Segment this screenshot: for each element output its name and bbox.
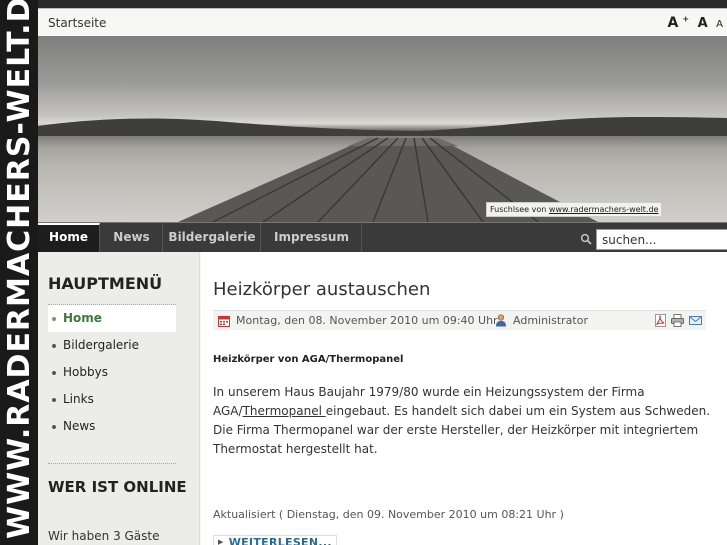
top-bar: Startseite A + A A [38,8,727,36]
email-icon[interactable] [689,314,702,327]
article-date: Montag, den 08. November 2010 um 09:40 U… [236,314,498,327]
sidebar-item-home[interactable]: Home [48,305,176,332]
caption-link[interactable]: www.radermachers-welt.de [549,205,659,214]
site-logo-text: WWW.RADERMACHERS-WELT.DE [2,0,37,539]
nav-item-bildergalerie[interactable]: Bildergalerie [164,223,261,252]
sidebar-menu: Home Bildergalerie Hobbys Links News [48,304,176,440]
article-updated: Aktualisiert ( Dienstag, den 09. Novembe… [213,508,564,521]
font-reset-button[interactable]: A [698,16,708,31]
page: Startseite A + A A Fuschlsee von www.rad… [38,8,727,545]
read-more-button[interactable]: ▶ WEITERLESEN... [213,535,337,545]
bullet-icon [52,424,56,429]
font-increase-button[interactable]: A + [667,14,689,31]
nav-item-news[interactable]: News [101,223,163,252]
sidebar-item-news[interactable]: News [48,413,176,440]
nav-item-impressum[interactable]: Impressum [262,223,362,252]
wooden-pier [178,137,598,222]
sidebar-item-bildergalerie[interactable]: Bildergalerie [48,332,176,359]
search-input[interactable] [596,229,727,250]
main-content: Heizkörper austauschen Montag, den 08. N… [201,252,727,545]
sidebar-divider [48,463,176,464]
bullet-icon [52,316,56,321]
banner-caption: Fuschlsee von www.radermachers-welt.de [486,202,663,217]
font-size-tools: A + A A [667,14,727,31]
bullet-icon [52,397,56,402]
sidebar-title: HAUPTMENÜ [48,274,163,293]
pdf-icon[interactable] [654,314,667,327]
nav-item-home[interactable]: Home [38,223,100,252]
sidebar: HAUPTMENÜ Home Bildergalerie Hobbys Link… [38,252,200,545]
breadcrumb[interactable]: Startseite [48,16,106,30]
who-online-text: Wir haben 3 Gäste online [48,529,160,543]
article-author: Administrator [513,314,588,327]
sidebar-item-hobbys[interactable]: Hobbys [48,359,176,386]
who-online-title: WER IST ONLINE [48,478,187,496]
site-logo-strip[interactable]: WWW.RADERMACHERS-WELT.DE [0,0,38,545]
main-nav: Home News Bildergalerie Impressum [38,222,727,252]
print-icon[interactable] [671,314,684,327]
article-body: In unserem Haus Baujahr 1979/80 wurde ei… [213,385,711,456]
search-icon [580,233,592,245]
font-decrease-button[interactable]: A [716,19,723,30]
sidebar-item-links[interactable]: Links [48,386,176,413]
user-icon [496,314,506,327]
article-title[interactable]: Heizkörper austauschen [213,279,430,300]
header-banner-image: Fuschlsee von www.radermachers-welt.de [38,36,727,222]
article-subheading: Heizkörper von AGA/Thermopanel [213,354,404,365]
bullet-icon [52,370,56,375]
calendar-icon [218,316,230,327]
thermopanel-link[interactable]: Thermopanel [243,404,326,418]
bullet-icon [52,343,56,348]
arrow-right-icon: ▶ [218,538,224,545]
article-meta: Montag, den 08. November 2010 um 09:40 U… [213,310,706,330]
